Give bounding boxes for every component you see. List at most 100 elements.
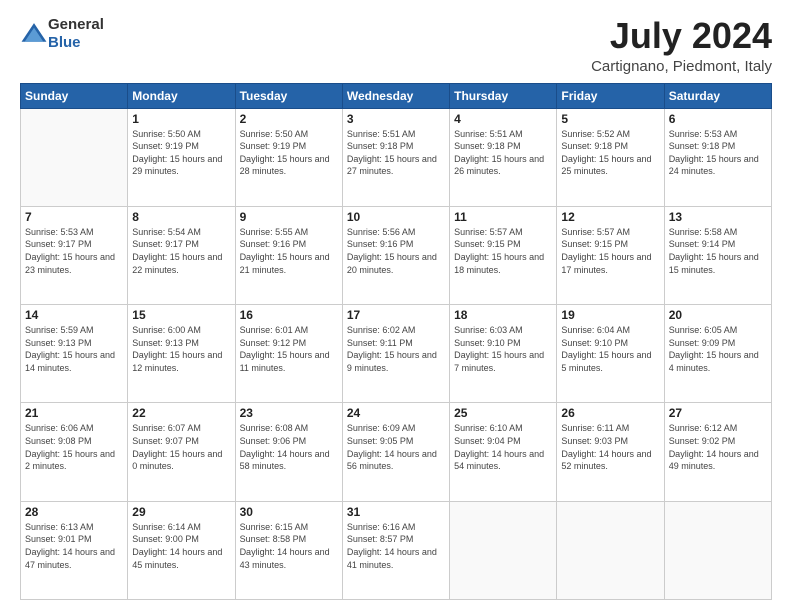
day-number: 9 [240,210,338,224]
calendar-cell: 28Sunrise: 6:13 AMSunset: 9:01 PMDayligh… [21,501,128,599]
calendar-cell: 29 Sunrise: 6:14 AMSunset: 9:00 PMDayligh… [128,501,235,599]
day-number: 1 [132,112,230,126]
day-number: 27 [669,406,767,420]
calendar-cell: 7 Sunrise: 5:53 AMSunset: 9:17 PMDaylight… [21,206,128,304]
calendar-week-3: 14 Sunrise: 5:59 AMSunset: 9:13 PMDayligh… [21,305,772,403]
day-info: Sunrise: 6:11 AMSunset: 9:03 PMDaylight:… [561,422,659,472]
day-info: Sunrise: 6:08 AMSunset: 9:06 PMDaylight:… [240,422,338,472]
day-number: 8 [132,210,230,224]
weekday-header-monday: Monday [128,83,235,108]
calendar-week-4: 21 Sunrise: 6:06 AMSunset: 9:08 PMDayligh… [21,403,772,501]
day-info: Sunrise: 5:50 AMSunset: 9:19 PMDaylight:… [240,128,338,178]
day-info: Sunrise: 6:05 AMSunset: 9:09 PMDaylight:… [669,324,767,374]
day-number: 26 [561,406,659,420]
calendar-cell: 25 Sunrise: 6:10 AMSunset: 9:04 PMDayligh… [450,403,557,501]
day-number: 5 [561,112,659,126]
day-info: Sunrise: 6:04 AMSunset: 9:10 PMDaylight:… [561,324,659,374]
day-number: 3 [347,112,445,126]
calendar-cell [557,501,664,599]
logo-general: General [48,16,104,33]
day-info: Sunrise: 5:55 AMSunset: 9:16 PMDaylight:… [240,226,338,276]
calendar-cell: 10Sunrise: 5:56 AMSunset: 9:16 PMDayligh… [342,206,449,304]
weekday-header-sunday: Sunday [21,83,128,108]
calendar-cell: 14 Sunrise: 5:59 AMSunset: 9:13 PMDayligh… [21,305,128,403]
day-number: 25 [454,406,552,420]
calendar-cell: 8 Sunrise: 5:54 AMSunset: 9:17 PMDaylight… [128,206,235,304]
calendar-cell: 27 Sunrise: 6:12 AMSunset: 9:02 PMDayligh… [664,403,771,501]
calendar-cell [21,108,128,206]
day-info: Sunrise: 5:53 AMSunset: 9:18 PMDaylight:… [669,128,767,178]
day-number: 7 [25,210,123,224]
calendar-cell: 31 Sunrise: 6:16 AMSunset: 8:57 PMDayligh… [342,501,449,599]
calendar-cell: 30Sunrise: 6:15 AMSunset: 8:58 PMDayligh… [235,501,342,599]
logo-icon [20,20,48,48]
calendar-cell [450,501,557,599]
header: General Blue July 2024 Cartignano, Piedm… [20,16,772,75]
day-number: 24 [347,406,445,420]
calendar-cell: 20 Sunrise: 6:05 AMSunset: 9:09 PMDayligh… [664,305,771,403]
calendar-cell: 23 Sunrise: 6:08 AMSunset: 9:06 PMDayligh… [235,403,342,501]
day-number: 16 [240,308,338,322]
day-number: 31 [347,505,445,519]
day-info: Sunrise: 6:16 AMSunset: 8:57 PMDaylight:… [347,521,445,571]
day-number: 11 [454,210,552,224]
day-number: 20 [669,308,767,322]
day-number: 18 [454,308,552,322]
calendar-cell: 13 Sunrise: 5:58 AMSunset: 9:14 PMDayligh… [664,206,771,304]
calendar-cell: 19Sunrise: 6:04 AMSunset: 9:10 PMDayligh… [557,305,664,403]
calendar-cell: 26 Sunrise: 6:11 AMSunset: 9:03 PMDayligh… [557,403,664,501]
calendar-cell: 12 Sunrise: 5:57 AMSunset: 9:15 PMDayligh… [557,206,664,304]
location-title: Cartignano, Piedmont, Italy [591,58,772,75]
day-info: Sunrise: 5:52 AMSunset: 9:18 PMDaylight:… [561,128,659,178]
day-info: Sunrise: 6:12 AMSunset: 9:02 PMDaylight:… [669,422,767,472]
logo-blue: Blue [48,34,81,51]
calendar-cell: 9 Sunrise: 5:55 AMSunset: 9:16 PMDaylight… [235,206,342,304]
day-number: 12 [561,210,659,224]
calendar-cell: 6 Sunrise: 5:53 AMSunset: 9:18 PMDaylight… [664,108,771,206]
day-info: Sunrise: 5:59 AMSunset: 9:13 PMDaylight:… [25,324,123,374]
day-info: Sunrise: 5:50 AMSunset: 9:19 PMDaylight:… [132,128,230,178]
day-info: Sunrise: 6:10 AMSunset: 9:04 PMDaylight:… [454,422,552,472]
day-number: 23 [240,406,338,420]
day-number: 29 [132,505,230,519]
calendar-cell: 3 Sunrise: 5:51 AMSunset: 9:18 PMDaylight… [342,108,449,206]
calendar-cell [664,501,771,599]
day-number: 13 [669,210,767,224]
day-info: Sunrise: 5:58 AMSunset: 9:14 PMDaylight:… [669,226,767,276]
calendar-cell: 4 Sunrise: 5:51 AMSunset: 9:18 PMDaylight… [450,108,557,206]
day-info: Sunrise: 6:07 AMSunset: 9:07 PMDaylight:… [132,422,230,472]
day-info: Sunrise: 5:54 AMSunset: 9:17 PMDaylight:… [132,226,230,276]
calendar-cell: 11 Sunrise: 5:57 AMSunset: 9:15 PMDayligh… [450,206,557,304]
calendar-cell: 16 Sunrise: 6:01 AMSunset: 9:12 PMDayligh… [235,305,342,403]
day-number: 28 [25,505,123,519]
weekday-header-wednesday: Wednesday [342,83,449,108]
day-info: Sunrise: 5:51 AMSunset: 9:18 PMDaylight:… [454,128,552,178]
calendar-cell: 5 Sunrise: 5:52 AMSunset: 9:18 PMDaylight… [557,108,664,206]
day-number: 21 [25,406,123,420]
day-info: Sunrise: 5:51 AMSunset: 9:18 PMDaylight:… [347,128,445,178]
weekday-header-saturday: Saturday [664,83,771,108]
calendar-table: SundayMondayTuesdayWednesdayThursdayFrid… [20,83,772,600]
day-info: Sunrise: 6:00 AMSunset: 9:13 PMDaylight:… [132,324,230,374]
day-info: Sunrise: 5:57 AMSunset: 9:15 PMDaylight:… [561,226,659,276]
day-info: Sunrise: 6:14 AMSunset: 9:00 PMDaylight:… [132,521,230,571]
day-info: Sunrise: 6:02 AMSunset: 9:11 PMDaylight:… [347,324,445,374]
page: General Blue July 2024 Cartignano, Piedm… [0,0,792,612]
calendar-cell: 18Sunrise: 6:03 AMSunset: 9:10 PMDayligh… [450,305,557,403]
day-number: 2 [240,112,338,126]
calendar-week-2: 7 Sunrise: 5:53 AMSunset: 9:17 PMDaylight… [21,206,772,304]
day-number: 4 [454,112,552,126]
calendar-cell: 2 Sunrise: 5:50 AMSunset: 9:19 PMDaylight… [235,108,342,206]
calendar-cell: 15Sunrise: 6:00 AMSunset: 9:13 PMDayligh… [128,305,235,403]
title-block: July 2024 Cartignano, Piedmont, Italy [591,16,772,75]
weekday-header-tuesday: Tuesday [235,83,342,108]
calendar-week-5: 28Sunrise: 6:13 AMSunset: 9:01 PMDayligh… [21,501,772,599]
day-info: Sunrise: 5:57 AMSunset: 9:15 PMDaylight:… [454,226,552,276]
day-info: Sunrise: 6:06 AMSunset: 9:08 PMDaylight:… [25,422,123,472]
day-info: Sunrise: 6:15 AMSunset: 8:58 PMDaylight:… [240,521,338,571]
day-info: Sunrise: 6:01 AMSunset: 9:12 PMDaylight:… [240,324,338,374]
day-number: 14 [25,308,123,322]
calendar-week-1: 1 Sunrise: 5:50 AMSunset: 9:19 PMDaylight… [21,108,772,206]
day-info: Sunrise: 5:53 AMSunset: 9:17 PMDaylight:… [25,226,123,276]
day-number: 6 [669,112,767,126]
